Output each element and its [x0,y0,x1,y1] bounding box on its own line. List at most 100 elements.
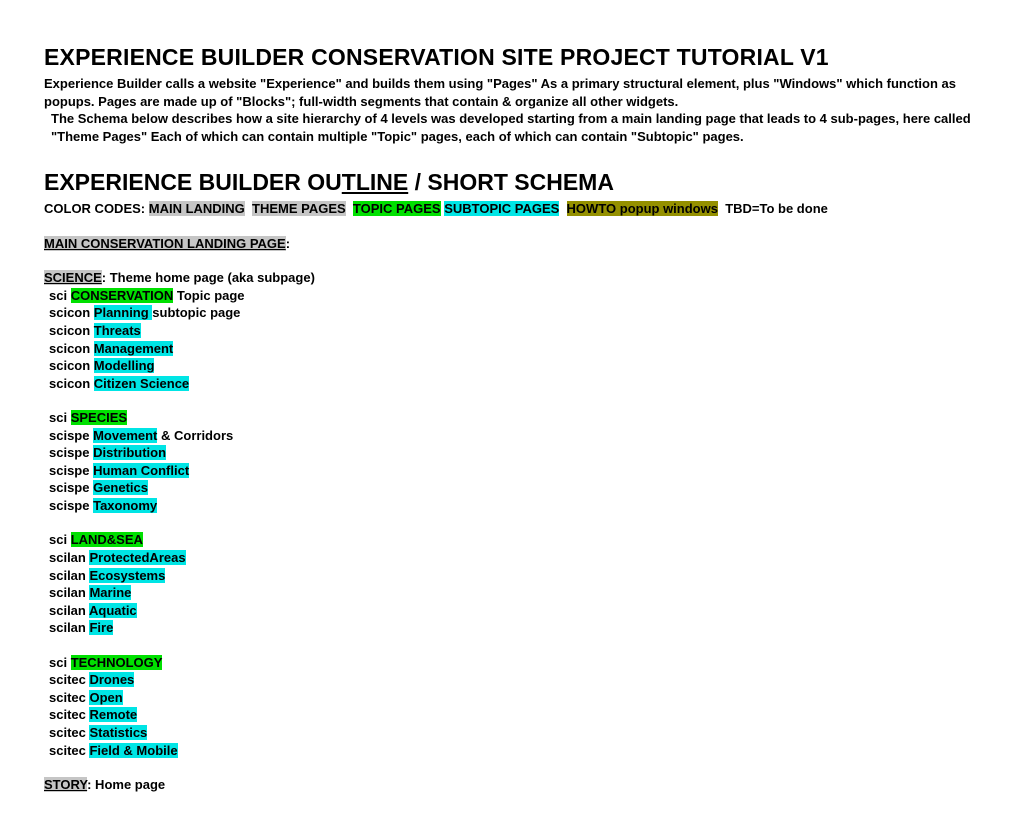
main-landing-label: MAIN CONSERVATION LANDING PAGE [44,236,286,251]
science-heading: SCIENCE: Theme home page (aka subpage) [44,269,976,287]
story-label: STORY [44,777,87,792]
subtopic-label: Aquatic [89,603,137,618]
subtopic-label: Marine [89,585,131,600]
subtopic-row: scilan Aquatic [44,602,976,620]
intro-line-2: The Schema below describes how a site hi… [44,110,976,145]
color-legend: COLOR CODES: MAIN LANDING THEME PAGES TO… [44,200,976,218]
topic-row: sci SPECIES [44,409,976,427]
legend-subtopic: SUBTOPIC PAGES [444,201,559,216]
legend-theme: THEME PAGES [252,201,346,216]
subtopic-row: scicon Threats [44,322,976,340]
topic-label: LAND&SEA [71,532,143,547]
subtopic-suffix: subtopic page [152,305,240,320]
topic-prefix: sci [49,288,71,303]
subtopic-label: Open [89,690,122,705]
topic-label: SPECIES [71,410,127,425]
subtopic-label: Distribution [93,445,166,460]
subtopic-row: scitec Remote [44,706,976,724]
subtopic-row: scitec Open [44,689,976,707]
subtopic-row: scilan Ecosystems [44,567,976,585]
main-landing-heading: MAIN CONSERVATION LANDING PAGE: [44,235,976,253]
subtopic-row: scilan Marine [44,584,976,602]
subtopic-row: scispe Movement & Corridors [44,427,976,445]
subtopic-row: scitec Statistics [44,724,976,742]
subtopic-label: Statistics [89,725,147,740]
subtopic-row: scicon Planning subtopic page [44,304,976,322]
legend-label: COLOR CODES: [44,201,149,216]
outline-tree: MAIN CONSERVATION LANDING PAGE: SCIENCE:… [44,218,976,794]
subtopic-prefix: scilan [49,603,89,618]
subtopic-row: scispe Human Conflict [44,462,976,480]
intro-paragraph: Experience Builder calls a website "Expe… [44,75,976,145]
subtopic-prefix: scilan [49,550,89,565]
subtopic-prefix: scicon [49,305,94,320]
topic-suffix: Topic page [173,288,244,303]
subtopic-row: scilan ProtectedAreas [44,549,976,567]
subtopic-row: scicon Management [44,340,976,358]
subtopic-label: Genetics [93,480,148,495]
subtopic-label: Field & Mobile [89,743,177,758]
subtopic-row: scitec Field & Mobile [44,742,976,760]
subtopic-row: scispe Genetics [44,479,976,497]
topic-prefix: sci [49,410,71,425]
topic-label: TECHNOLOGY [71,655,163,670]
legend-main: MAIN LANDING [149,201,245,216]
subtopic-label: Taxonomy [93,498,157,513]
topic-row: sci CONSERVATION Topic page [44,287,976,305]
subtopic-prefix: scitec [49,690,89,705]
subtopic-prefix: scispe [49,445,93,460]
subtopic-prefix: scitec [49,725,89,740]
subtopic-prefix: scitec [49,707,89,722]
subtopic-prefix: scicon [49,323,94,338]
subtopic-label: Fire [89,620,113,635]
topic-row: sci TECHNOLOGY [44,654,976,672]
subtopic-row: scispe Taxonomy [44,497,976,515]
legend-howto: HOWTO popup windows [567,201,718,216]
subtopic-prefix: scispe [49,463,93,478]
subtopic-label: Ecosystems [89,568,165,583]
subtopic-label: Modelling [94,358,155,373]
story-suffix: : Home page [87,777,165,792]
subtopic-row: scicon Modelling [44,357,976,375]
outline-title-post: / SHORT SCHEMA [408,169,614,195]
subtopic-row: scitec Drones [44,671,976,689]
doc-title: EXPERIENCE BUILDER CONSERVATION SITE PRO… [44,42,976,73]
subtopic-label: Drones [89,672,134,687]
subtopic-prefix: scicon [49,341,94,356]
topic-label: CONSERVATION [71,288,174,303]
subtopic-suffix: & Corridors [157,428,233,443]
subtopic-prefix: scispe [49,498,93,513]
subtopic-prefix: scilan [49,568,89,583]
intro-line-1: Experience Builder calls a website "Expe… [44,76,956,109]
legend-topic: TOPIC PAGES [353,201,441,216]
subtopic-prefix: scispe [49,428,93,443]
subtopic-label: Planning [94,305,153,320]
subtopic-prefix: scilan [49,585,89,600]
story-heading: STORY: Home page [44,776,976,794]
subtopic-row: scispe Distribution [44,444,976,462]
subtopic-label: Remote [89,707,137,722]
subtopic-prefix: scitec [49,672,89,687]
subtopic-row: scicon Citizen Science [44,375,976,393]
science-label: SCIENCE [44,270,102,285]
subtopic-label: Management [94,341,173,356]
topic-prefix: sci [49,655,71,670]
topic-prefix: sci [49,532,71,547]
subtopic-prefix: scispe [49,480,93,495]
subtopic-prefix: scilan [49,620,89,635]
subtopic-row: scilan Fire [44,619,976,637]
topic-row: sci LAND&SEA [44,531,976,549]
subtopic-label: ProtectedAreas [89,550,185,565]
subtopic-label: Citizen Science [94,376,189,391]
subtopic-prefix: scicon [49,376,94,391]
subtopic-label: Movement [93,428,157,443]
subtopic-prefix: scicon [49,358,94,373]
outline-title: EXPERIENCE BUILDER OUTLINE / SHORT SCHEM… [44,167,976,198]
outline-title-underline: TLINE [342,169,408,195]
subtopic-label: Threats [94,323,141,338]
subtopic-label: Human Conflict [93,463,189,478]
subtopic-prefix: scitec [49,743,89,758]
science-suffix: : Theme home page (aka subpage) [102,270,315,285]
outline-title-pre: EXPERIENCE BUILDER OU [44,169,342,195]
legend-tbd: TBD=To be done [725,201,828,216]
